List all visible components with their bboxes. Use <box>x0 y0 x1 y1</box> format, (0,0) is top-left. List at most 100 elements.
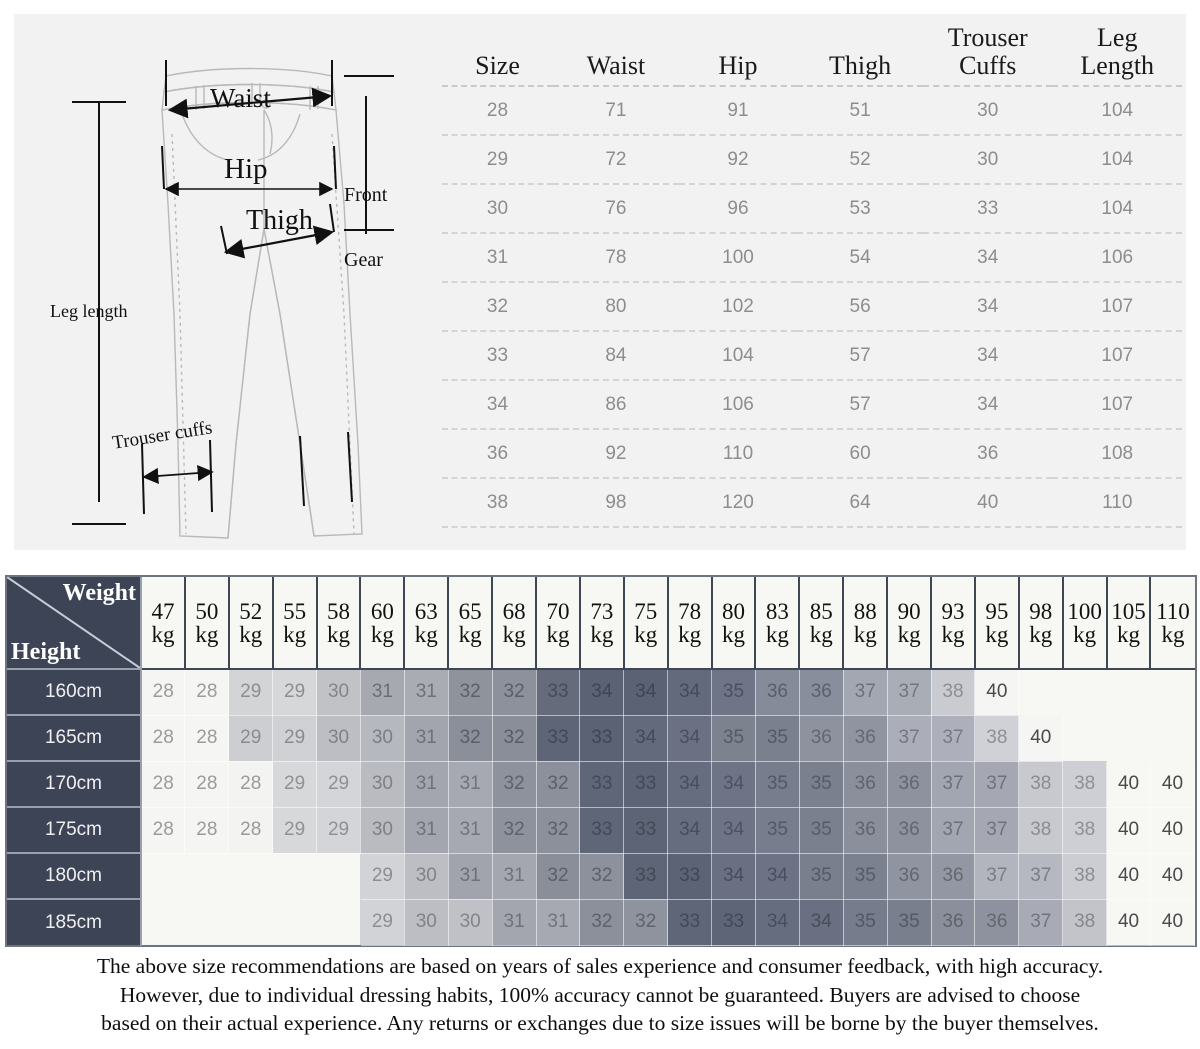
matrix-cell: 38 <box>931 669 976 716</box>
matrix-cell: 32 <box>536 761 581 808</box>
matrix-weight-value: 88 <box>853 598 877 624</box>
matrix-weight-header: 85 kg <box>798 577 844 670</box>
size-table: Size Waist Hip Thigh Trouser Cuffs Leg L… <box>442 22 1182 529</box>
matrix-cell: 29 <box>360 899 405 946</box>
size-table-container: Size Waist Hip Thigh Trouser Cuffs Leg L… <box>434 14 1186 550</box>
matrix-cell: 31 <box>492 853 537 900</box>
matrix-cell: 40 <box>1150 853 1196 900</box>
front-gear-line2: Gear <box>344 248 383 271</box>
matrix-height-header: 170cm <box>7 761 142 808</box>
col-header-leg-length-line1: Leg <box>1097 23 1138 52</box>
matrix-weight-value: 90 <box>897 598 921 624</box>
matrix-cell: 38 <box>1018 807 1064 854</box>
matrix-cell: 34 <box>711 853 756 900</box>
size-table-cell: 120 <box>678 478 798 529</box>
size-table-cell: 104 <box>1052 184 1182 235</box>
size-table-cell: 53 <box>797 184 923 235</box>
size-table-row: 38 98 120 64 40 110 <box>442 478 1182 529</box>
matrix-cell: 38 <box>1062 899 1108 946</box>
size-table-cell: 100 <box>678 233 798 284</box>
matrix-cell <box>272 853 317 899</box>
matrix-cell: 32 <box>492 715 537 762</box>
col-header-size: Size <box>442 22 553 88</box>
matrix-cell: 32 <box>579 899 625 946</box>
col-header-thigh: Thigh <box>797 22 923 88</box>
matrix-weight-header: 95 kg <box>973 577 1019 670</box>
matrix-row: 175cm 28 28 28 29 29 30 31 31 32 32 33 33 34 34 35 35 36 3… <box>7 807 1196 854</box>
matrix-weight-unit: kg <box>1117 621 1141 647</box>
matrix-cell: 29 <box>272 669 318 716</box>
matrix-cell: 33 <box>711 899 756 946</box>
size-table-cell: 72 <box>553 135 679 186</box>
matrix-cell: 36 <box>843 715 888 762</box>
size-table-cell: 107 <box>1052 380 1182 431</box>
matrix-cell: 30 <box>404 899 449 946</box>
matrix-weight-unit: kg <box>458 621 482 647</box>
matrix-cell <box>316 853 361 899</box>
matrix-weight-unit: kg <box>809 621 833 647</box>
matrix-weight-unit: kg <box>1073 621 1097 647</box>
matrix-weight-value: 95 <box>985 598 1009 624</box>
size-table-cell: 32 <box>442 282 553 333</box>
matrix-cell: 37 <box>974 853 1020 900</box>
matrix-cell: 35 <box>755 761 800 808</box>
matrix-cell: 31 <box>448 761 493 808</box>
matrix-weight-value: 70 <box>546 598 570 624</box>
matrix-row: 185cm 29 30 30 31 31 32 32 33 33 34 34 35 35 36 36 37 38 4… <box>7 899 1196 946</box>
size-table-cell: 102 <box>678 282 798 333</box>
size-table-cell: 29 <box>442 135 553 186</box>
col-header-leg-length-line2: Length <box>1080 50 1155 80</box>
matrix-cell: 34 <box>623 669 669 716</box>
matrix-cell: 29 <box>316 761 361 808</box>
matrix-cell: 28 <box>141 715 186 762</box>
matrix-cell: 33 <box>536 669 581 716</box>
matrix-cell: 28 <box>141 761 186 808</box>
leg-length-label: Leg length <box>50 301 128 321</box>
matrix-row: 170cm 28 28 28 29 29 30 31 31 32 32 33 33 34 34 35 35 36 3… <box>7 761 1196 808</box>
matrix-cell: 34 <box>711 807 756 854</box>
size-table-cell: 92 <box>553 429 679 480</box>
size-table-cell: 30 <box>442 184 553 235</box>
matrix-height-header: 185cm <box>7 899 142 945</box>
matrix-weight-header: 75 kg <box>622 577 668 670</box>
matrix-cell: 30 <box>448 899 493 946</box>
size-chart-page: Waist Hip Thigh Front Gear Leg length Tr… <box>0 0 1200 1049</box>
matrix-cell <box>141 853 185 899</box>
matrix-weight-unit: kg <box>370 621 394 647</box>
matrix-cell: 36 <box>931 899 976 946</box>
matrix-weight-unit: kg <box>1029 621 1053 647</box>
size-table-cell: 104 <box>1052 135 1182 186</box>
matrix-cell: 37 <box>974 761 1020 808</box>
size-table-cell: 36 <box>442 429 553 480</box>
size-table-cell: 110 <box>1052 478 1182 529</box>
matrix-cell: 34 <box>667 761 713 808</box>
matrix-cell: 35 <box>711 715 756 762</box>
size-table-cell: 38 <box>442 478 553 529</box>
size-table-cell: 34 <box>922 282 1053 333</box>
matrix-cell: 37 <box>843 669 888 716</box>
matrix-cell: 37 <box>974 807 1020 854</box>
hip-label: Hip <box>224 153 268 185</box>
matrix-cell: 32 <box>448 715 493 762</box>
matrix-weight-unit: kg <box>414 621 438 647</box>
matrix-cell: 28 <box>141 807 186 854</box>
matrix-weight-header: 93 kg <box>930 577 975 670</box>
matrix-cell: 35 <box>799 761 844 808</box>
matrix-cell: 34 <box>799 899 844 946</box>
matrix-weight-header: 83 kg <box>754 577 800 670</box>
matrix-weight-header: 100 kg <box>1061 577 1107 670</box>
col-header-hip: Hip <box>678 22 798 88</box>
matrix-head: Weight Height 47 kg 50 kg 52 kg 55 kg 58 kg 60 kg 63… <box>7 577 1195 670</box>
matrix-weight-unit: kg <box>765 621 789 647</box>
matrix-cell: 34 <box>623 715 669 762</box>
matrix-cell: 40 <box>1018 715 1064 762</box>
matrix-weight-header: 50 kg <box>183 577 229 670</box>
size-table-cell: 57 <box>797 380 923 431</box>
matrix-cell: 36 <box>843 761 888 808</box>
matrix-cell: 40 <box>1150 807 1196 854</box>
matrix-weight-value: 63 <box>414 598 438 624</box>
matrix-weight-value: 80 <box>722 598 746 624</box>
height-weight-matrix: Weight Height 47 kg 50 kg 52 kg 55 kg 58 kg 60 kg 63… <box>7 577 1196 946</box>
matrix-weight-unit: kg <box>634 621 658 647</box>
matrix-cell: 29 <box>316 807 361 854</box>
